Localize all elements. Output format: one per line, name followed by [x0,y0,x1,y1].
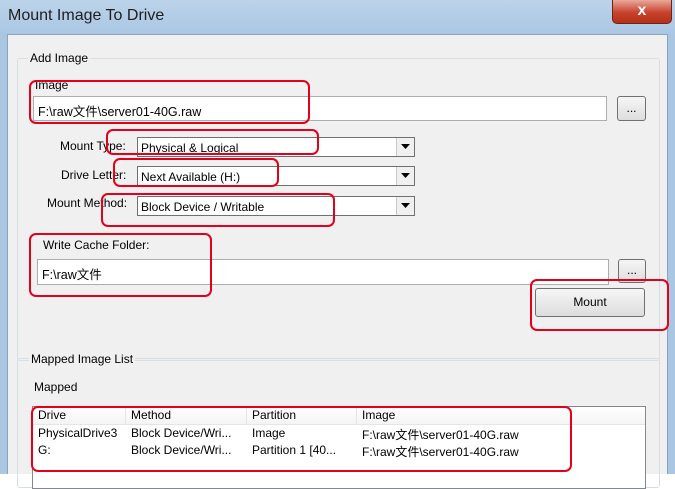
mapped-sublabel: Mapped [34,380,78,394]
cell-method: Block Device/Wri... [131,443,232,457]
mount-button[interactable]: Mount [535,288,645,317]
image-label: Image [35,78,69,92]
cell-image: F:\raw文件\server01-40G.raw [362,445,519,459]
window-title: Mount Image To Drive [8,7,165,24]
write-cache-path-text: F:\raw文件 [42,268,102,282]
dialog-client-area: Add Image Image F:\raw文件\server01-40G.ra… [7,34,668,489]
column-header-method[interactable]: Method [126,407,247,425]
column-header-image[interactable]: Image [357,407,645,425]
add-image-group: Add Image Image F:\raw文件\server01-40G.ra… [17,51,660,361]
mapped-list-group-label: Mapped Image List [29,352,136,366]
dialog-window: Mount Image To Drive x Add Image Image F… [0,0,675,489]
drive-letter-label: Drive Letter: [61,168,127,182]
mount-type-label: Mount Type: [60,139,126,153]
write-cache-label: Write Cache Folder: [43,238,150,252]
mount-button-label: Mount [573,295,607,309]
drive-letter-select[interactable]: Next Available (H:) [137,166,415,186]
cell-image: F:\raw文件\server01-40G.raw [362,428,519,442]
mount-method-select[interactable]: Block Device / Writable [137,196,415,216]
mapped-image-table[interactable]: Drive Method Partition Image PhysicalDri… [32,406,646,489]
chevron-down-icon[interactable] [396,138,414,156]
cache-browse-label: ... [626,263,637,277]
mount-type-select[interactable]: Physical & Logical [137,137,415,157]
cell-drive: PhysicalDrive3 [38,426,118,440]
image-browse-label: ... [626,101,637,115]
image-path-text: F:\raw文件\server01-40G.raw [38,105,202,119]
column-header-drive[interactable]: Drive [33,407,126,425]
close-button[interactable]: x [612,0,672,24]
drive-letter-value: Next Available (H:) [141,170,241,184]
cell-partition: Image [252,426,286,440]
write-cache-input[interactable]: F:\raw文件 [37,259,609,285]
chevron-down-icon[interactable] [396,197,414,215]
add-image-group-label: Add Image [28,51,91,65]
title-bar[interactable]: Mount Image To Drive x [0,0,675,34]
close-icon: x [637,2,647,19]
column-header-partition[interactable]: Partition [247,407,357,425]
image-path-input[interactable]: F:\raw文件\server01-40G.raw [33,96,607,121]
image-browse-button[interactable]: ... [617,96,646,121]
chevron-down-icon[interactable] [396,167,414,185]
cache-browse-button[interactable]: ... [618,259,646,283]
cell-partition: Partition 1 [40... [252,443,337,457]
table-row[interactable]: PhysicalDrive3 Block Device/Wri... Image… [33,425,645,442]
mount-method-value: Block Device / Writable [141,200,265,214]
mount-type-value: Physical & Logical [141,141,239,155]
mount-method-label: Mount Method: [47,196,128,210]
cell-method: Block Device/Wri... [131,426,232,440]
mapped-image-list-group: Mapped Image List Mapped Drive Method Pa… [17,352,660,489]
table-row[interactable]: G: Block Device/Wri... Partition 1 [40..… [33,442,645,459]
cell-drive: G: [38,443,51,457]
